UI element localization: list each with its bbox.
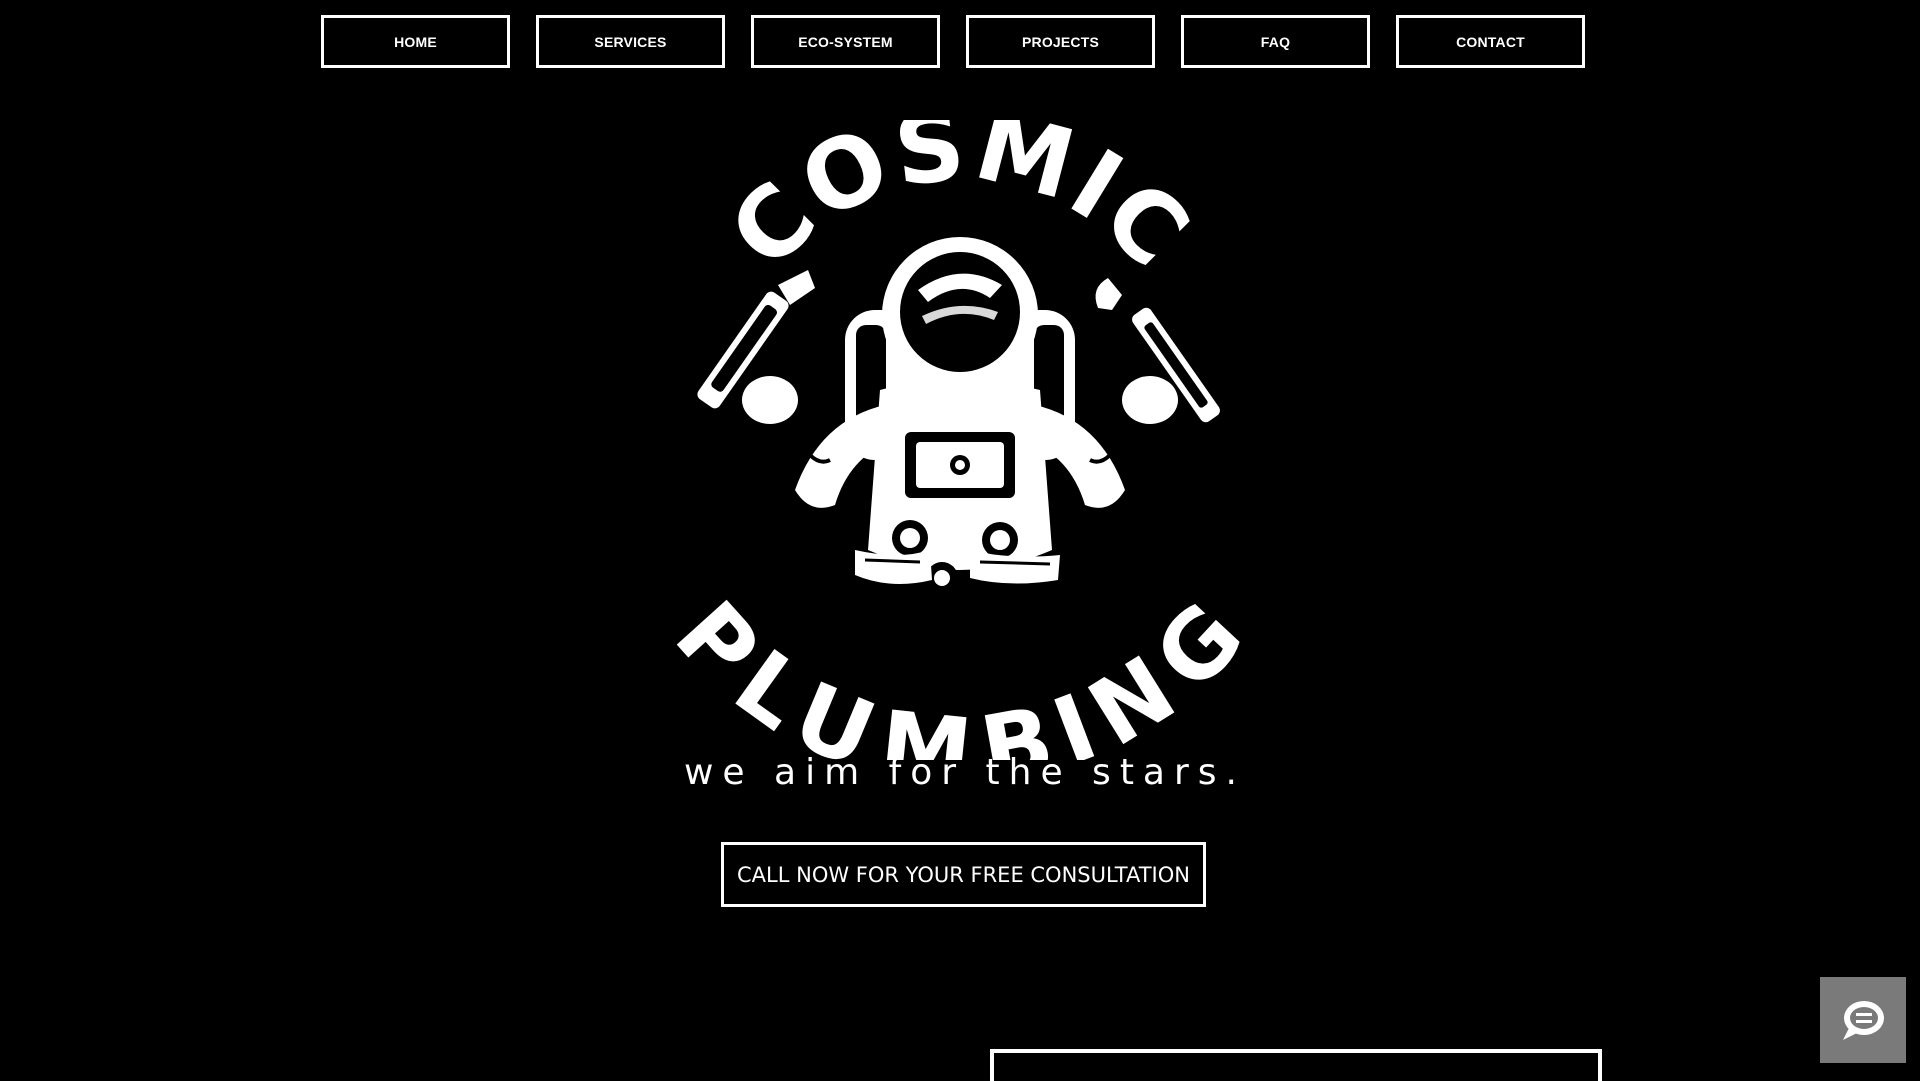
cosmic-plumbing-logo: COSMIC PLUMBING <box>660 120 1260 760</box>
nav-faq-button[interactable]: FAQ <box>1181 15 1370 68</box>
nav-projects-button[interactable]: PROJECTS <box>966 15 1155 68</box>
astronaut-plumber-icon <box>697 237 1220 594</box>
free-consultation-button[interactable]: CALL NOW FOR YOUR FREE CONSULTATION <box>721 842 1206 907</box>
chat-widget-button[interactable] <box>1820 977 1906 1063</box>
chat-bubble-icon <box>1843 1001 1884 1040</box>
main-nav: HOME SERVICES ECO-SYSTEM PROJECTS FAQ CO… <box>321 15 1585 68</box>
tagline: we aim for the stars. <box>683 752 1246 793</box>
nav-home-button[interactable]: HOME <box>321 15 510 68</box>
logo-bottom-word: PLUMBING <box>660 582 1260 760</box>
bottom-content-box <box>990 1049 1602 1081</box>
page: HOME SERVICES ECO-SYSTEM PROJECTS FAQ CO… <box>0 0 1920 1081</box>
nav-services-button[interactable]: SERVICES <box>536 15 725 68</box>
nav-contact-button[interactable]: CONTACT <box>1396 15 1585 68</box>
nav-eco-system-button[interactable]: ECO-SYSTEM <box>751 15 940 68</box>
